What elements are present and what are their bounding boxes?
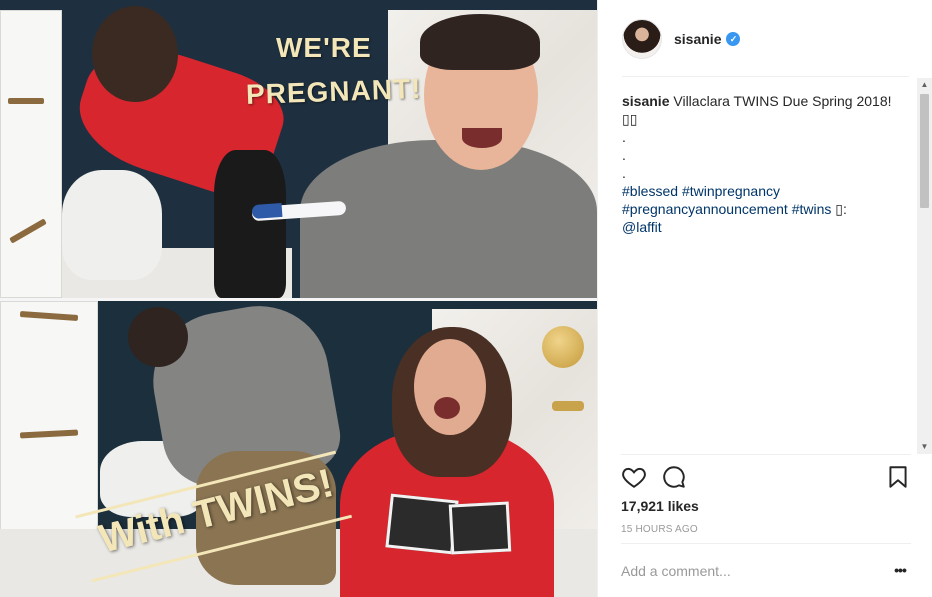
- caption-scrollbar[interactable]: ▲ ▼: [917, 78, 932, 454]
- scroll-down-arrow-icon[interactable]: ▼: [917, 440, 932, 454]
- cabinet-handle: [8, 98, 44, 104]
- caption-dot: .: [622, 165, 626, 181]
- post-photo[interactable]: WE'RE PREGNANT! With TWINS!: [0, 0, 597, 597]
- overlay-text-were: WE'RE: [276, 32, 372, 63]
- hashtag-link[interactable]: #blessed: [622, 183, 678, 199]
- scroll-up-arrow-icon[interactable]: ▲: [917, 78, 932, 92]
- woman-black-pants: [214, 150, 286, 298]
- overlay-text-pregnant: PREGNANT!: [245, 72, 422, 111]
- woman-face: [414, 339, 486, 435]
- woman-hair: [92, 6, 178, 102]
- vanity-cabinet: [0, 301, 98, 531]
- comment-bubble-icon[interactable]: [661, 464, 687, 490]
- mention-link[interactable]: @laffit: [622, 219, 662, 235]
- caption-text: Villaclara TWINS Due Spring 2018!: [673, 93, 892, 109]
- man-head: [128, 307, 188, 367]
- ultrasound-photo: [385, 493, 459, 555]
- toilet: [62, 170, 162, 280]
- hashtag-link[interactable]: #twins: [792, 201, 832, 217]
- ultrasound-photo: [448, 501, 512, 555]
- caption-dot: .: [622, 129, 626, 145]
- caption-camera-glyph: ▯:: [835, 201, 847, 217]
- comment-divider: [621, 543, 911, 544]
- post-caption: sisanie Villaclara TWINS Due Spring 2018…: [622, 92, 912, 236]
- vanity-cabinet: [0, 10, 62, 298]
- post-header: sisanie ✓: [622, 18, 741, 60]
- man-hair: [420, 14, 540, 70]
- heart-icon[interactable]: [621, 464, 647, 490]
- man-smile: [462, 128, 502, 148]
- caption-username[interactable]: sisanie: [622, 93, 669, 109]
- comment-input[interactable]: [621, 560, 871, 582]
- hashtag-link[interactable]: #pregnancyannouncement: [622, 201, 788, 217]
- man-gray-tshirt: [300, 140, 597, 298]
- avatar[interactable]: [622, 19, 662, 59]
- scrollbar-thumb[interactable]: [920, 94, 929, 208]
- actions-divider: [621, 454, 911, 455]
- bookmark-icon[interactable]: [885, 464, 911, 490]
- caption-emoji: ▯▯: [622, 111, 638, 127]
- caption-dot: .: [622, 147, 626, 163]
- post-timestamp[interactable]: 15 HOURS AGO: [621, 524, 698, 535]
- photo-top-panel: WE'RE PREGNANT!: [0, 0, 597, 298]
- hashtag-link[interactable]: #twinpregnancy: [682, 183, 780, 199]
- likes-count[interactable]: 17,921 likes: [621, 498, 699, 514]
- more-options-button[interactable]: •••: [890, 562, 910, 578]
- pregnancy-test-cap: [251, 202, 283, 220]
- header-username[interactable]: sisanie: [674, 31, 721, 47]
- action-bar: [621, 464, 911, 492]
- gold-towel-ring: [542, 326, 584, 368]
- verified-badge-icon: ✓: [726, 32, 741, 46]
- woman-open-mouth: [434, 397, 460, 419]
- gold-faucet: [552, 401, 584, 411]
- header-divider: [622, 76, 909, 77]
